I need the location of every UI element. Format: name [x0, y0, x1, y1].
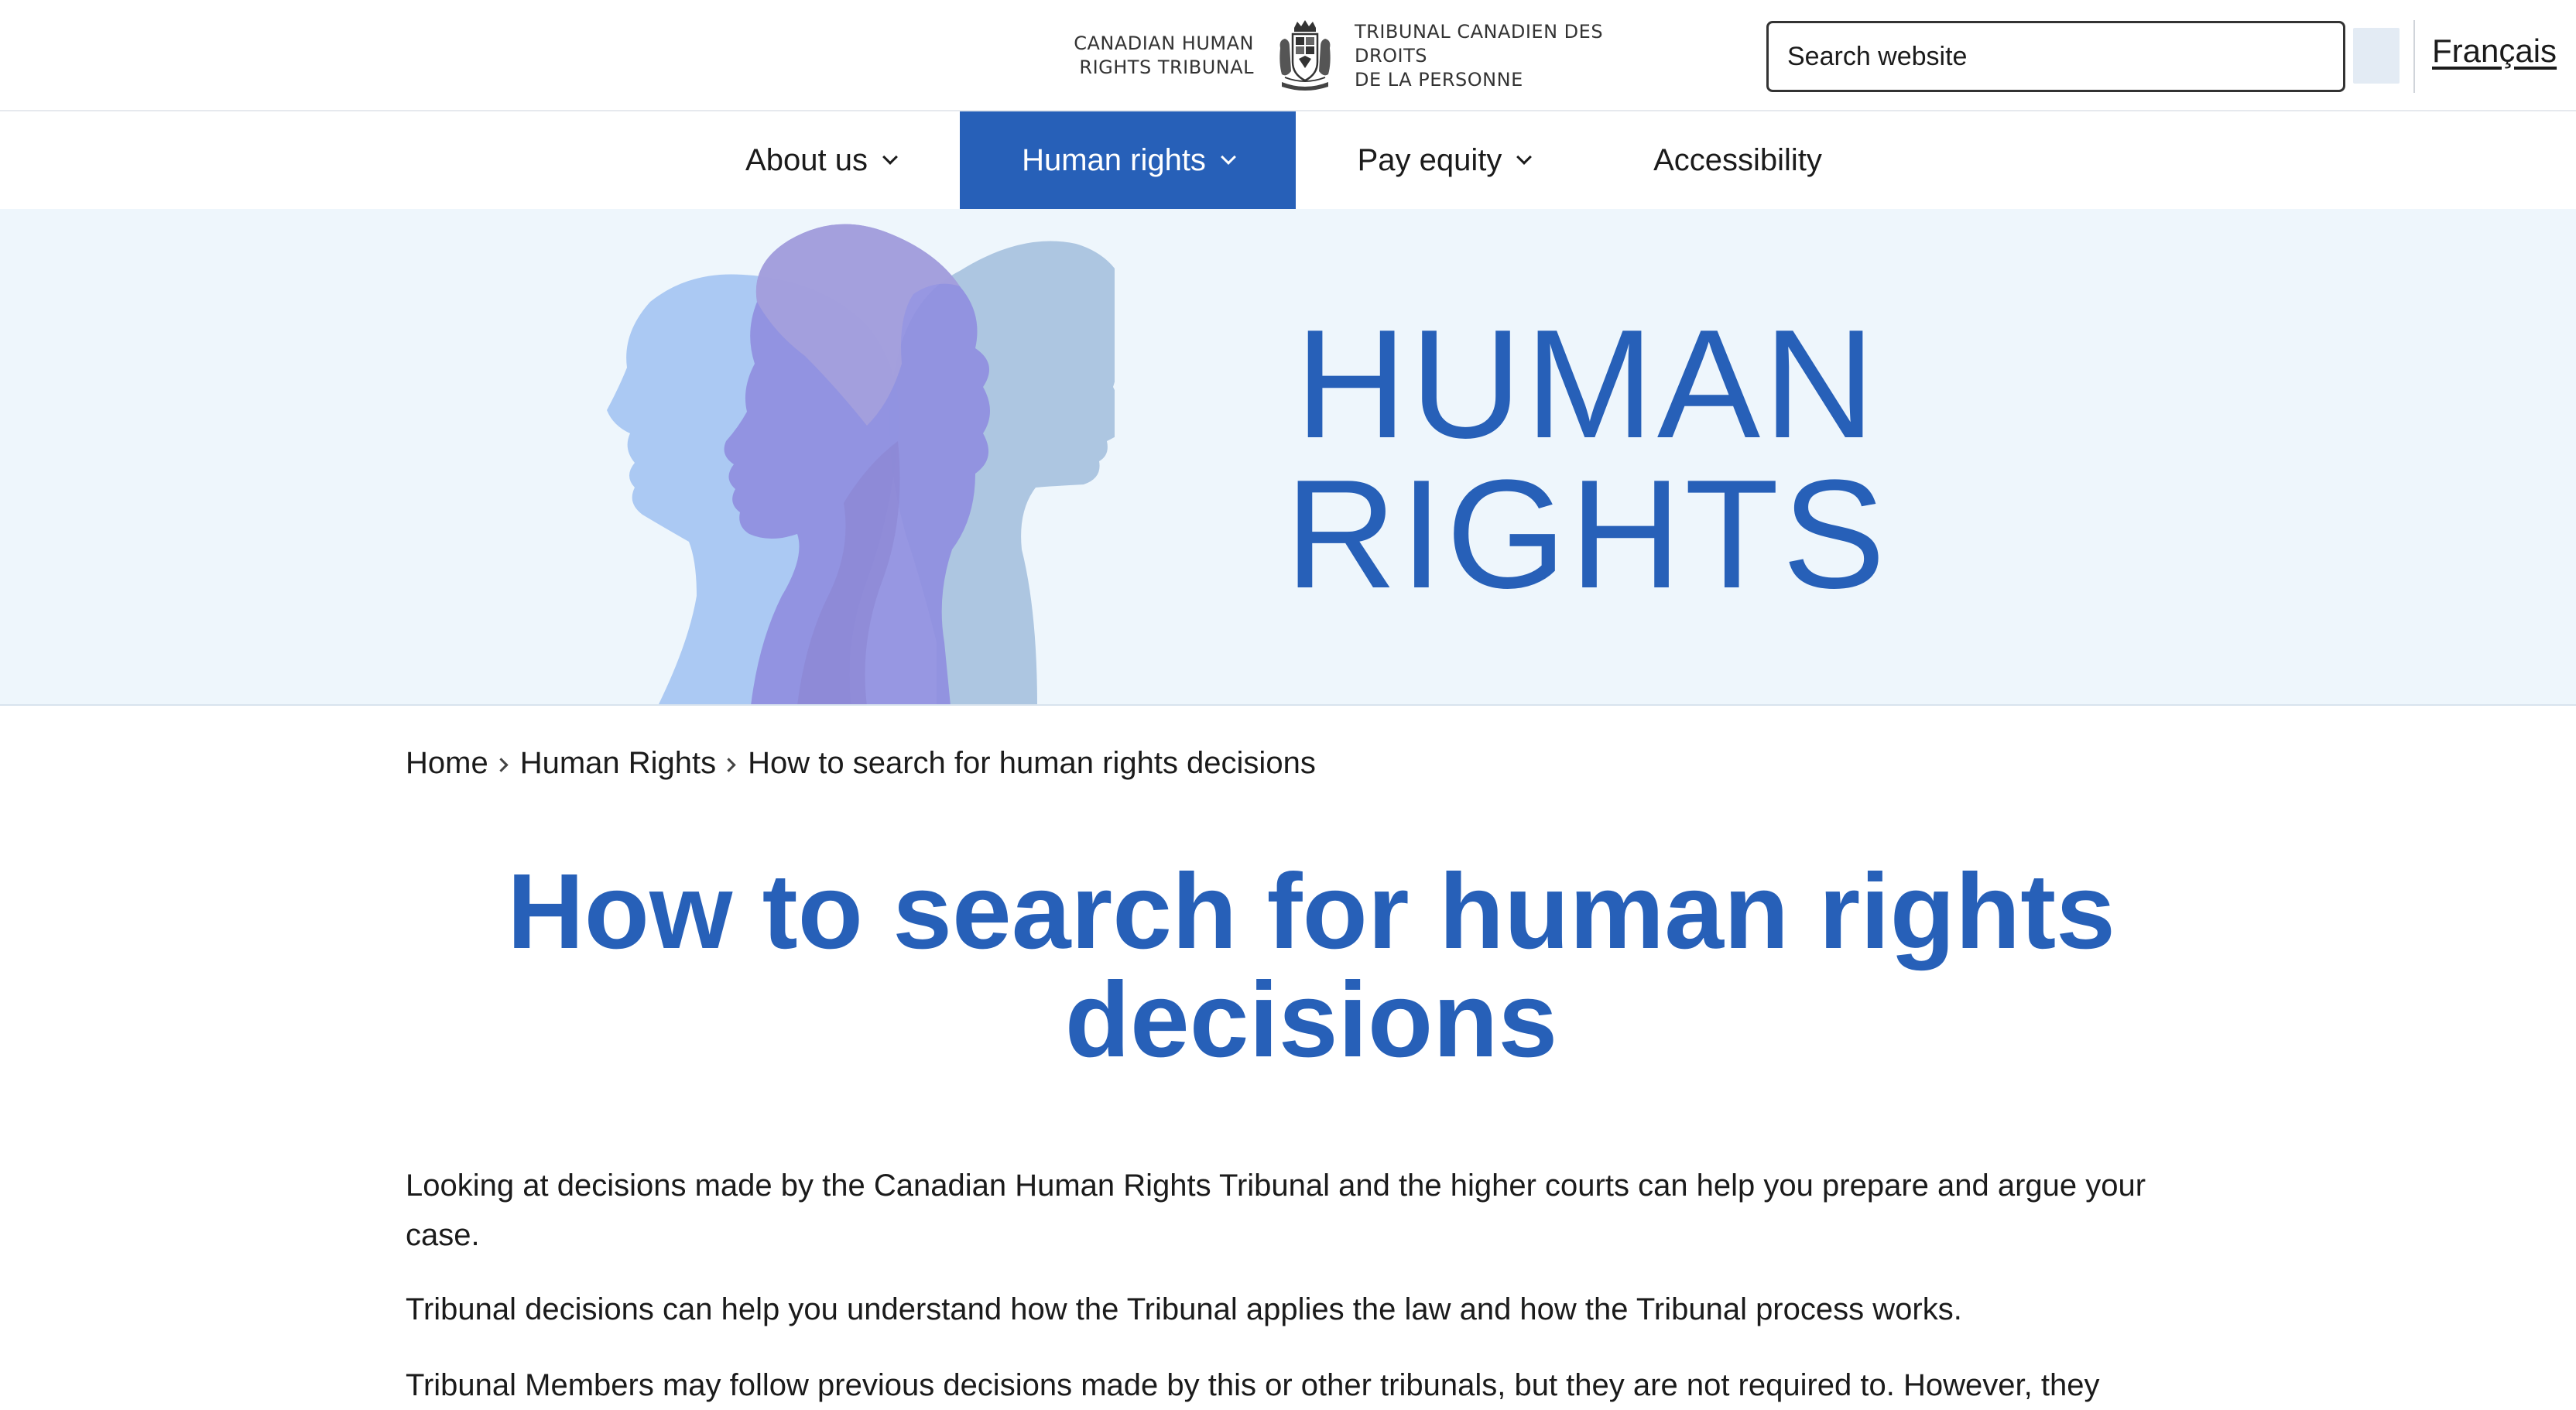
chevron-right-icon — [721, 758, 736, 772]
site-logo[interactable]: CANADIAN HUMAN RIGHTS TRIBUNAL TRIBUNAL … — [1053, 17, 1680, 94]
hero-banner: HUMAN RIGHTS — [0, 209, 2576, 706]
breadcrumb: Home Human Rights How to search for huma… — [406, 746, 1316, 781]
nav-item-accessibility[interactable]: Accessibility — [1618, 111, 1858, 209]
nav-item-about-us[interactable]: About us — [728, 111, 913, 209]
nav-item-label: Human rights — [1022, 142, 1206, 177]
nav-item-label: Pay equity — [1357, 142, 1502, 177]
breadcrumb-item-home[interactable]: Home — [406, 746, 488, 781]
chevron-down-icon — [1516, 149, 1533, 165]
body-paragraph: Tribunal Members may follow previous dec… — [406, 1368, 2100, 1402]
language-toggle-link[interactable]: Français — [2432, 33, 2557, 70]
chevron-right-icon — [494, 758, 509, 772]
nav-item-human-rights[interactable]: Human rights — [960, 111, 1296, 209]
coat-of-arms-icon — [1279, 20, 1331, 91]
search-button[interactable] — [2353, 28, 2400, 84]
body-paragraph: Tribunal decisions can help you understa… — [406, 1292, 1962, 1326]
search-input[interactable] — [1766, 21, 2345, 92]
nav-item-label: Accessibility — [1653, 142, 1822, 177]
hero-title: HUMAN RIGHTS — [1285, 298, 1889, 621]
site-header: CANADIAN HUMAN RIGHTS TRIBUNAL TRIBUNAL … — [0, 0, 2576, 111]
chevron-down-icon — [1221, 149, 1236, 165]
body-paragraph: Looking at decisions made by the Canadia… — [406, 1169, 2146, 1252]
main-navigation: About us Human rights Pay equity Accessi… — [0, 111, 2576, 209]
logo-french-name: TRIBUNAL CANADIEN DES DROITS DE LA PERSO… — [1355, 20, 1604, 91]
breadcrumb-item-human-rights[interactable]: Human Rights — [520, 746, 716, 781]
header-divider — [2413, 20, 2415, 93]
nav-item-pay-equity[interactable]: Pay equity — [1347, 111, 1540, 209]
nav-item-label: About us — [745, 142, 868, 177]
logo-english-name: CANADIAN HUMAN RIGHTS TRIBUNAL — [1074, 33, 1254, 78]
breadcrumb-item-current: How to search for human rights decisions — [748, 746, 1316, 780]
chevron-down-icon — [882, 149, 898, 165]
head-silhouettes-image — [607, 224, 1115, 704]
page-title: How to search for human rights decisions — [507, 852, 2115, 1080]
